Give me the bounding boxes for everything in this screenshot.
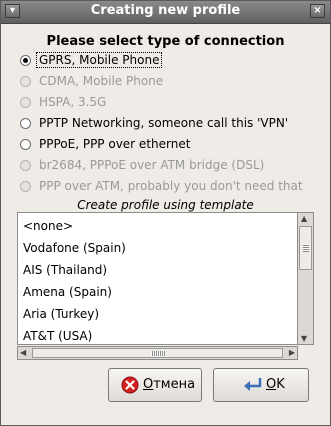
cancel-icon <box>121 376 139 394</box>
dialog-window: ▾ Creating new profile × Please select t… <box>0 0 331 426</box>
radio-button <box>20 97 31 108</box>
scroll-corner <box>298 346 314 360</box>
template-list[interactable]: <none> Vodafone (Spain) AIS (Thailand) A… <box>17 212 298 345</box>
ok-button[interactable]: OK <box>213 368 309 402</box>
cancel-label: Отмена <box>143 377 196 392</box>
title-bar[interactable]: ▾ Creating new profile × <box>1 1 330 24</box>
radio-button[interactable] <box>20 55 31 66</box>
radio-button <box>20 160 31 171</box>
radio-label: CDMA, Mobile Phone <box>39 74 164 88</box>
horizontal-scroll-thumb[interactable] <box>32 348 283 358</box>
scroll-down-arrow-icon[interactable]: ▼ <box>301 334 307 343</box>
radio-label: GPRS, Mobile Phone <box>36 52 163 68</box>
radio-button <box>20 76 31 87</box>
vertical-scrollbar[interactable]: ▲ ▼ <box>298 212 314 345</box>
list-item[interactable]: <none> <box>23 215 73 237</box>
horizontal-scrollbar[interactable]: ◀ ▶ <box>17 346 298 360</box>
radio-button[interactable] <box>20 118 31 129</box>
radio-label: PPP over ATM, probably you don't need th… <box>39 179 303 193</box>
radio-label: br2684, PPPoE over ATM bridge (DSL) <box>39 158 265 172</box>
scroll-up-arrow-icon[interactable]: ▲ <box>301 214 307 223</box>
grip-icon <box>303 244 309 252</box>
template-caption: Create profile using template <box>77 198 254 212</box>
radio-label: PPTP Networking, someone call this 'VPN' <box>39 116 289 130</box>
ok-return-icon <box>244 378 262 391</box>
close-icon: × <box>313 5 322 16</box>
window-title: Creating new profile <box>90 3 241 18</box>
radio-button <box>20 181 31 192</box>
radio-button[interactable] <box>20 139 31 150</box>
grip-icon <box>151 351 165 356</box>
list-item[interactable]: Amena (Spain) <box>23 281 112 303</box>
connection-heading: Please select type of connection <box>46 34 285 49</box>
list-item[interactable]: AIS (Thailand) <box>23 259 107 281</box>
list-item[interactable]: Vodafone (Spain) <box>23 237 126 259</box>
ok-label: OK <box>266 377 285 392</box>
close-button[interactable]: × <box>310 4 325 18</box>
cancel-button[interactable]: Отмена <box>108 368 202 402</box>
radio-label: PPPoE, PPP over ethernet <box>39 137 191 151</box>
scroll-left-arrow-icon[interactable]: ◀ <box>20 348 26 357</box>
vertical-scroll-thumb[interactable] <box>299 226 312 270</box>
radio-label: HSPA, 3.5G <box>39 95 107 109</box>
list-item[interactable]: Aria (Turkey) <box>23 303 99 325</box>
scroll-right-arrow-icon[interactable]: ▶ <box>289 348 295 357</box>
list-item[interactable]: AT&T (USA) <box>23 325 92 344</box>
